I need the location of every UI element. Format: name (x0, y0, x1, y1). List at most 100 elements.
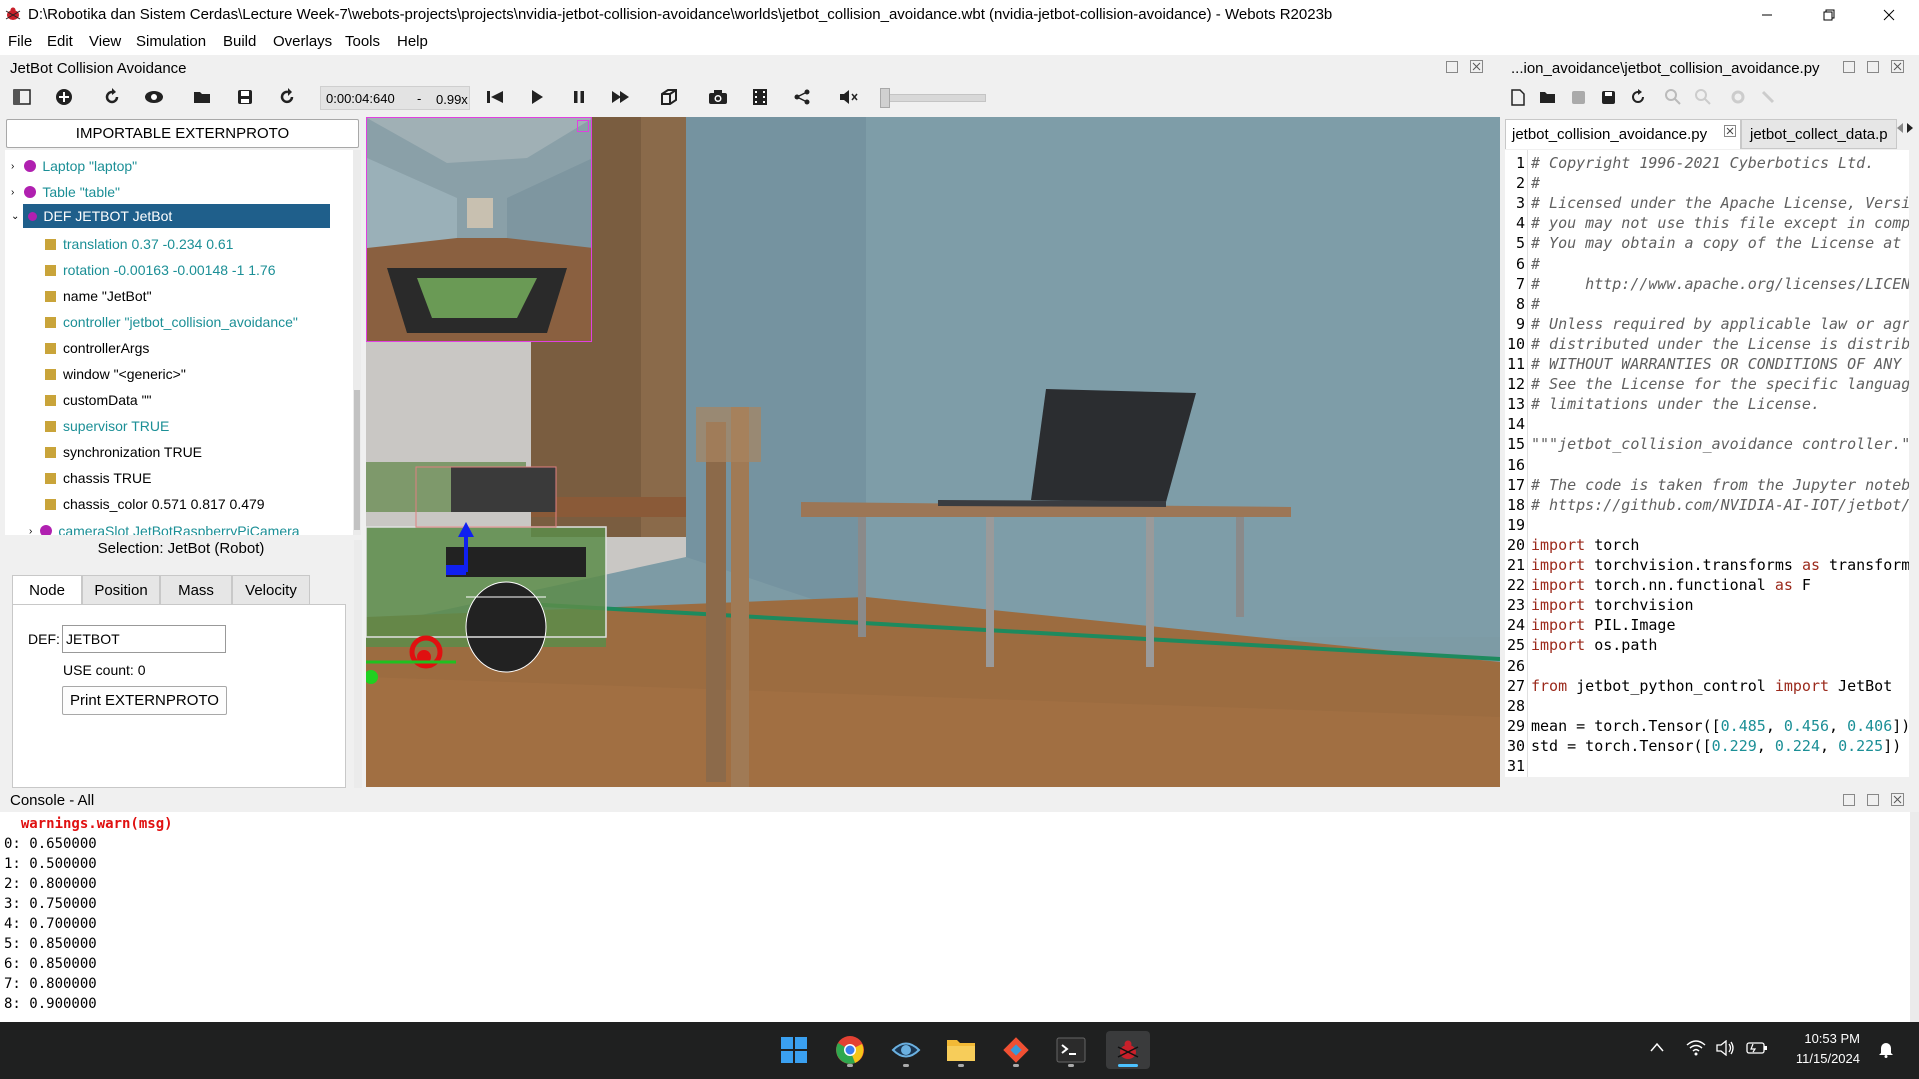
field-synchronization[interactable]: synchronization TRUE (45, 441, 202, 463)
code-line[interactable]: from jetbot_python_control import JetBot (1531, 677, 1892, 695)
def-input[interactable] (62, 625, 226, 653)
close-console-icon[interactable] (1891, 793, 1904, 806)
code-line[interactable]: # WITHOUT WARRANTIES OR CONDITIONS OF AN… (1531, 355, 1909, 373)
overlay-close-icon[interactable] (577, 120, 589, 132)
field-chassis[interactable]: chassis TRUE (45, 467, 151, 489)
code-line[interactable]: """jetbot_collision_avoidance controller… (1531, 435, 1909, 453)
tab-scroll-left-icon[interactable] (1896, 122, 1904, 134)
code-line[interactable]: # you may not use this file except in co… (1531, 214, 1909, 232)
clean-button[interactable] (1757, 86, 1779, 108)
toggle-scene-tree-button[interactable] (11, 86, 33, 108)
find-button[interactable] (1662, 86, 1684, 108)
wifi-icon[interactable] (1686, 1040, 1706, 1056)
tab-position[interactable]: Position (82, 575, 160, 605)
reload-world-button[interactable] (101, 86, 123, 108)
menu-simulation[interactable]: Simulation (136, 33, 206, 50)
play-button[interactable] (526, 86, 548, 108)
volume-icon[interactable] (1716, 1040, 1736, 1056)
chevron-down-icon[interactable]: ⌄ (11, 211, 19, 222)
chevron-right-icon[interactable]: › (11, 161, 14, 172)
code-line[interactable]: # limitations under the License. (1531, 395, 1820, 413)
float-panel-icon[interactable] (1446, 61, 1458, 73)
close-editor-icon[interactable] (1891, 60, 1904, 73)
build-button[interactable] (1727, 86, 1749, 108)
maximize-editor-icon[interactable] (1867, 61, 1879, 73)
volume-slider-handle[interactable] (880, 88, 890, 108)
battery-icon[interactable] (1746, 1040, 1768, 1056)
restore-button[interactable] (1800, 0, 1858, 30)
show-hidden-icons-button[interactable] (1650, 1042, 1664, 1052)
new-file-button[interactable] (1507, 86, 1529, 108)
field-translation[interactable]: translation 0.37 -0.234 0.61 (45, 233, 233, 255)
code-line[interactable]: # http://www.apache.org/licenses/LICEN (1531, 275, 1909, 293)
mute-button[interactable] (838, 86, 860, 108)
screenshot-button[interactable] (707, 86, 729, 108)
pause-button[interactable] (568, 86, 590, 108)
field-window[interactable]: window "<generic>" (45, 363, 186, 385)
code-line[interactable]: # The code is taken from the Jupyter not… (1531, 476, 1909, 494)
code-line[interactable]: import torch (1531, 536, 1639, 554)
code-line[interactable]: # (1531, 295, 1540, 313)
code-line[interactable]: import os.path (1531, 636, 1657, 654)
tree-node-jetbot[interactable]: ⌄ DEF JETBOT JetBot (11, 204, 331, 228)
tab-mass[interactable]: Mass (160, 575, 232, 605)
code-line[interactable]: import torchvision.transforms as transfo… (1531, 556, 1909, 574)
field-supervisor[interactable]: supervisor TRUE (45, 415, 169, 437)
menu-build[interactable]: Build (223, 33, 256, 50)
menu-edit[interactable]: Edit (47, 33, 73, 50)
tab-jetbot-collect-data[interactable]: jetbot_collect_data.p (1741, 119, 1897, 149)
add-node-button[interactable] (53, 86, 75, 108)
save-world-button[interactable] (234, 86, 256, 108)
code-line[interactable]: mean = torch.Tensor([0.485, 0.456, 0.406… (1531, 717, 1909, 735)
close-tab-icon[interactable] (1724, 125, 1736, 137)
volume-slider[interactable] (880, 94, 986, 102)
share-button[interactable] (791, 86, 813, 108)
tree-node-laptop[interactable]: › Laptop "laptop" (11, 155, 137, 177)
3d-view[interactable] (366, 117, 1500, 787)
importable-externproto-button[interactable]: IMPORTABLE EXTERNPROTO (6, 119, 359, 148)
fast-forward-button[interactable] (610, 86, 632, 108)
open-file-button[interactable] (1537, 86, 1559, 108)
code-line[interactable]: # See the License for the specific langu… (1531, 375, 1909, 393)
field-chassis-color[interactable]: chassis_color 0.571 0.817 0.479 (45, 493, 265, 515)
menu-view[interactable]: View (89, 33, 121, 50)
tab-scroll-right-icon[interactable] (1906, 122, 1914, 134)
record-movie-button[interactable] (749, 86, 771, 108)
code-line[interactable]: # Unless required by applicable law or a… (1531, 315, 1909, 333)
clock-date[interactable]: 11/15/2024 (1780, 1051, 1860, 1066)
maximize-console-icon[interactable] (1867, 794, 1879, 806)
field-controller[interactable]: controller "jetbot_collision_avoidance" (45, 311, 298, 333)
camera-overlay[interactable] (366, 117, 592, 342)
minimize-button[interactable] (1738, 0, 1796, 30)
step-back-button[interactable] (484, 86, 506, 108)
field-rotation[interactable]: rotation -0.00163 -0.00148 -1 1.76 (45, 259, 276, 281)
float-editor-icon[interactable] (1843, 61, 1855, 73)
code-line[interactable]: # Copyright 1996-2021 Cyberbotics Ltd. (1531, 154, 1874, 172)
field-controller-args[interactable]: controllerArgs (45, 337, 149, 359)
code-line[interactable]: # distributed under the License is distr… (1531, 335, 1909, 353)
tab-node[interactable]: Node (12, 575, 82, 605)
code-line[interactable]: import PIL.Image (1531, 616, 1676, 634)
menu-help[interactable]: Help (397, 33, 428, 50)
console-scrollbar[interactable] (1910, 812, 1919, 1022)
code-line[interactable]: # You may obtain a copy of the License a… (1531, 234, 1901, 252)
revert-file-button[interactable] (1627, 86, 1649, 108)
code-line[interactable]: # Licensed under the Apache License, Ver… (1531, 194, 1909, 212)
print-externproto-button[interactable]: Print EXTERNPROTO (62, 686, 227, 715)
menu-file[interactable]: File (8, 33, 32, 50)
notifications-bell-icon[interactable] (1878, 1040, 1894, 1058)
start-button[interactable] (775, 1031, 813, 1069)
code-line[interactable]: # https://github.com/NVIDIA-AI-IOT/jetbo… (1531, 496, 1909, 514)
code-line[interactable]: # (1531, 174, 1540, 192)
code-line[interactable]: std = torch.Tensor([0.229, 0.224, 0.225]… (1531, 737, 1901, 755)
tab-velocity[interactable]: Velocity (232, 575, 310, 605)
node-panel-scrollbar[interactable] (354, 540, 362, 788)
open-world-button[interactable] (192, 86, 214, 108)
clock-time[interactable]: 10:53 PM (1780, 1031, 1860, 1046)
render-toggle-button[interactable] (658, 86, 680, 108)
chevron-right-icon[interactable]: › (29, 526, 32, 536)
save-as-button[interactable] (1597, 86, 1619, 108)
field-name[interactable]: name "JetBot" (45, 285, 152, 307)
close-panel-icon[interactable] (1470, 60, 1483, 73)
field-camera-slot[interactable]: › cameraSlot JetBotRaspberryPiCamera (29, 520, 300, 535)
